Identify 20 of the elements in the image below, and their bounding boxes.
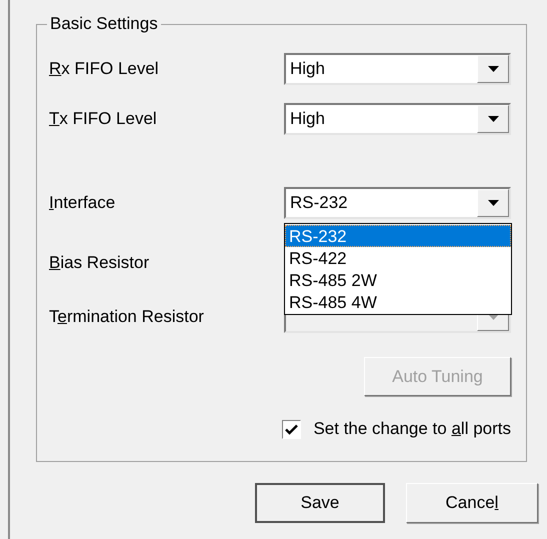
dropdown[interactable]: RS-232 [284, 187, 511, 219]
dropdown-arrow-icon [488, 200, 498, 206]
dropdown-arrow-icon [488, 116, 498, 122]
dropdown-arrow-icon [488, 66, 498, 72]
field-label: Rx FIFO Level [49, 58, 160, 80]
field-label: Interface [49, 192, 116, 214]
checkbox-label: Set the change to all ports [313, 418, 511, 440]
dropdown[interactable]: High [284, 103, 511, 135]
dropdown-option[interactable]: RS-485 2W [285, 269, 511, 291]
field-label: Bias Resistor [49, 252, 150, 274]
dropdown-option[interactable]: RS-485 4W [285, 291, 511, 313]
field-label: Tx FIFO Level [49, 108, 158, 130]
field-label: Termination Resistor [49, 306, 205, 328]
dialog-button[interactable]: Cancel [406, 483, 538, 523]
dropdown[interactable]: High [284, 53, 511, 85]
dropdown-option[interactable]: RS-422 [285, 247, 511, 269]
checkbox[interactable] [282, 420, 302, 438]
dropdown-arrow-icon [488, 314, 498, 320]
dropdown-option[interactable]: RS-232 [285, 225, 511, 247]
dialog-button[interactable]: Save [255, 483, 385, 523]
